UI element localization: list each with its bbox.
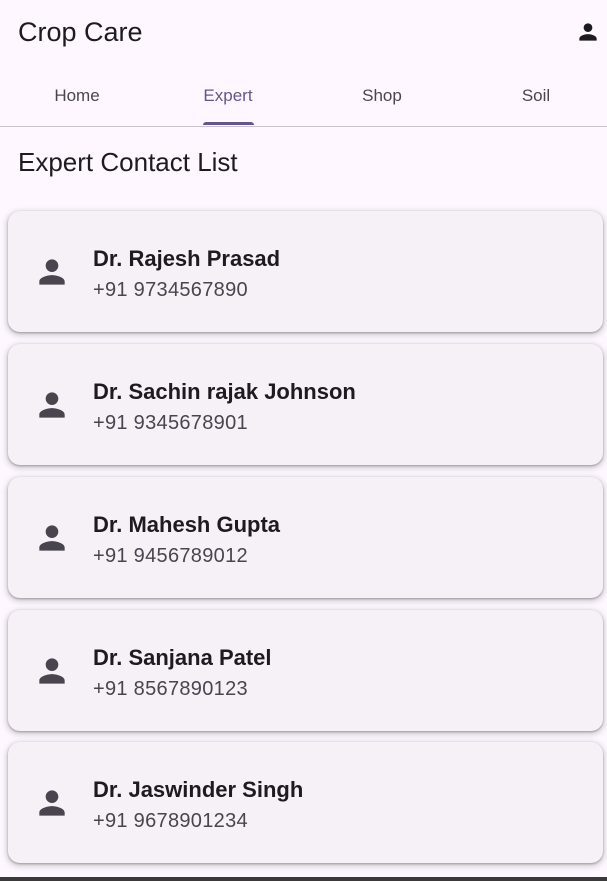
contact-card[interactable]: Dr. Mahesh Gupta +91 9456789012: [8, 477, 603, 598]
contact-name: Dr. Sachin rajak Johnson: [93, 379, 356, 404]
person-icon: [33, 253, 71, 291]
tab-home[interactable]: Home: [0, 64, 154, 126]
person-icon: [579, 23, 597, 41]
tab-label: Shop: [362, 86, 402, 105]
section-title: Expert Contact List: [18, 147, 238, 177]
contact-card[interactable]: Dr. Jaswinder Singh +91 9678901234: [8, 742, 603, 863]
contact-phone[interactable]: +91 9734567890: [93, 277, 248, 303]
contact-phone[interactable]: +91 9678901234: [93, 808, 248, 834]
account-button[interactable]: [568, 12, 607, 52]
contact-card[interactable]: Dr. Rajesh Prasad +91 9734567890: [8, 211, 603, 332]
person-icon: [33, 519, 71, 557]
contact-name: Dr. Jaswinder Singh: [93, 777, 304, 802]
contact-name: Dr. Sanjana Patel: [93, 645, 272, 670]
person-icon: [33, 386, 71, 424]
person-icon: [33, 784, 71, 822]
contact-phone[interactable]: +91 9456789012: [93, 543, 248, 569]
tab-label: Soil: [521, 86, 551, 105]
active-tab-indicator: [203, 122, 254, 125]
tab-shop[interactable]: Shop: [305, 64, 459, 126]
tab-expert[interactable]: Expert: [151, 64, 305, 126]
tab-soil[interactable]: Soil: [459, 64, 607, 126]
contact-name: Dr. Rajesh Prasad: [93, 246, 281, 271]
bottom-edge-divider: [0, 877, 607, 881]
contact-card[interactable]: Dr. Sachin rajak Johnson +91 9345678901: [8, 344, 603, 465]
person-icon: [33, 652, 71, 690]
app-title: Crop Care: [18, 17, 143, 47]
contact-phone[interactable]: +91 9345678901: [93, 410, 248, 436]
contact-phone[interactable]: +91 8567890123: [93, 676, 248, 702]
tab-label: Expert: [203, 86, 253, 105]
contact-card[interactable]: Dr. Sanjana Patel +91 8567890123: [8, 610, 603, 731]
contact-name: Dr. Mahesh Gupta: [93, 512, 281, 537]
tab-label: Home: [54, 86, 100, 105]
tab-bar: Home Expert Shop Soil: [0, 64, 607, 127]
app-bar: Crop Care: [0, 0, 607, 64]
